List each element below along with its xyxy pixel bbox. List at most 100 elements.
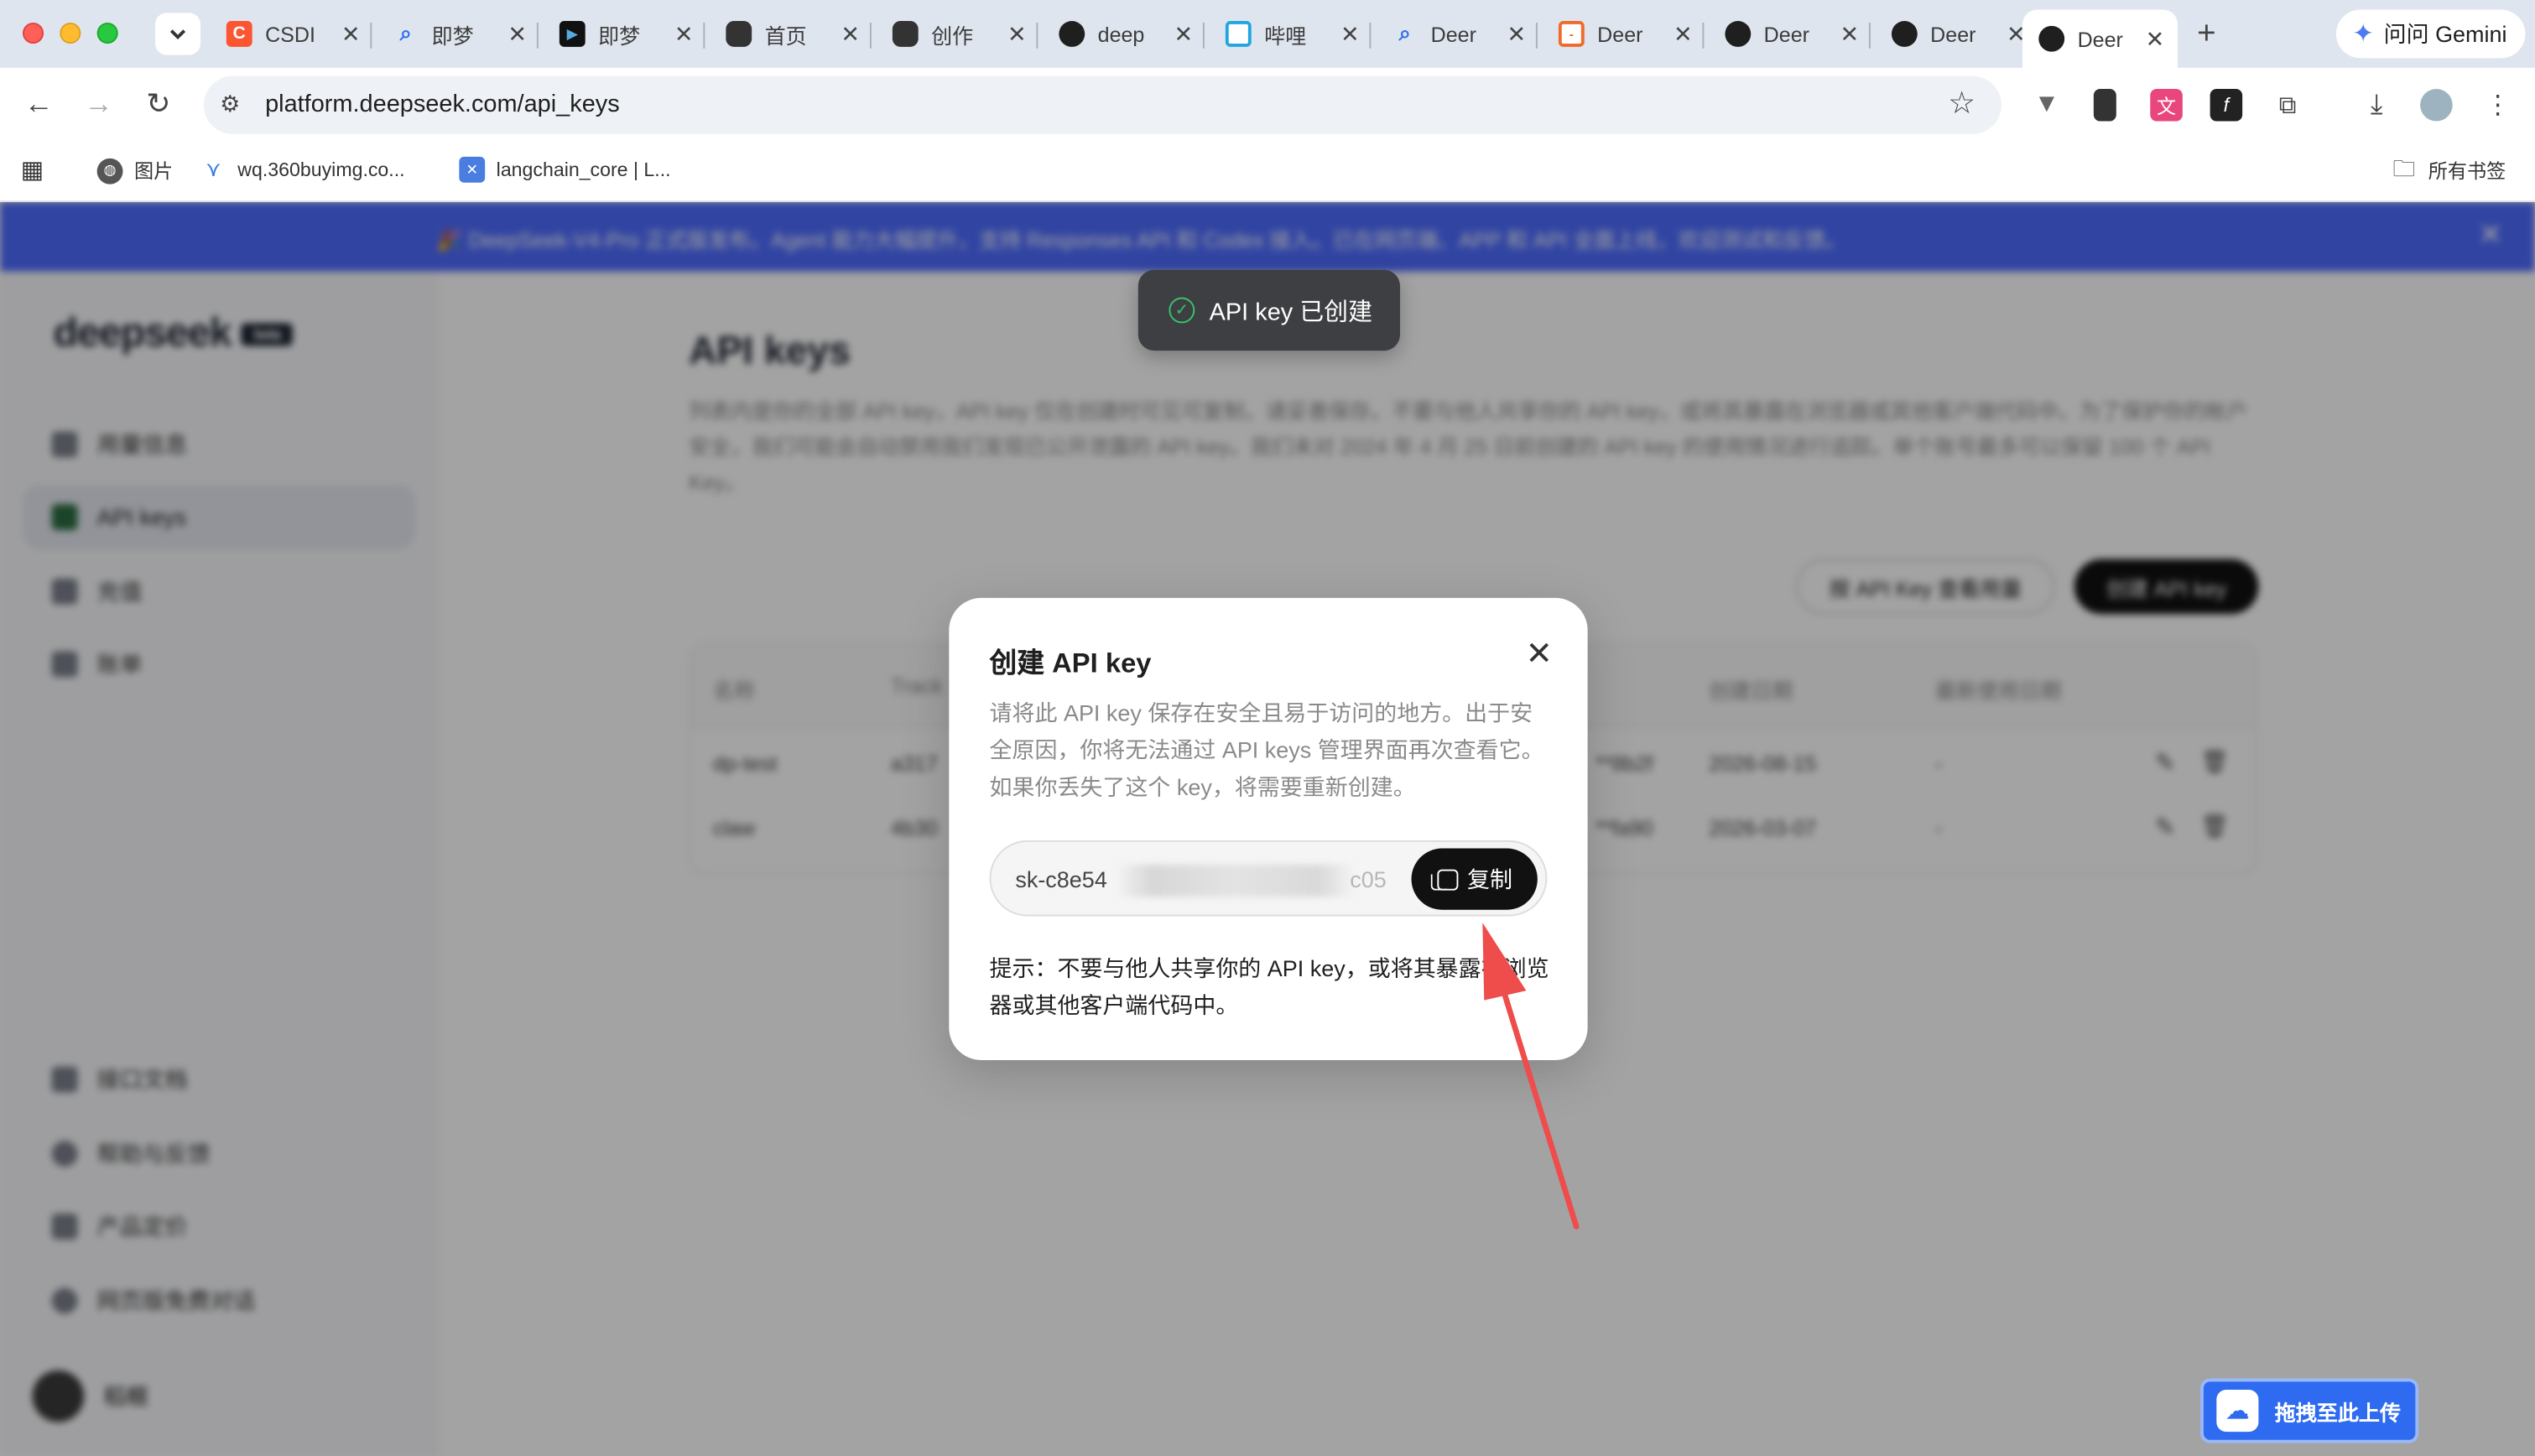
bookmarks-bar: ▦ ◍ 图片 ⋎ wq.360buyimg.co... ✕ langchain_…	[0, 142, 2535, 202]
tab-label: CSDI	[265, 22, 315, 46]
copy-button[interactable]: 复制	[1411, 848, 1538, 910]
bookmark-star-icon[interactable]: ☆	[1948, 86, 1975, 122]
langchain-icon: ✕	[459, 156, 486, 183]
tab-search-button[interactable]	[155, 13, 200, 55]
browser-tab[interactable]: Deer ✕	[1876, 10, 2041, 59]
browser-toolbar: ← → ↻ ⚙ platform.deepseek.com/api_keys ☆…	[0, 67, 2535, 143]
extension-v-icon[interactable]: ▼	[2031, 89, 2064, 122]
more-menu-icon[interactable]: ⋮	[2481, 89, 2514, 122]
bookmark-label: wq.360buyimg.co...	[237, 158, 405, 181]
close-tab-icon[interactable]: ✕	[2145, 25, 2165, 53]
extension-translate-icon[interactable]: 文	[2150, 88, 2183, 122]
copy-label: 复制	[1467, 866, 1512, 892]
close-icon[interactable]: ✕	[1523, 633, 1556, 673]
robot-icon	[892, 21, 919, 47]
gemini-button[interactable]: ✦ 问问 Gemini	[2335, 9, 2526, 59]
gemini-sparkle-icon: ✦	[2352, 21, 2375, 49]
back-button[interactable]: ←	[21, 87, 56, 121]
extension-phone-icon[interactable]	[2093, 88, 2116, 122]
api-key-suffix: c05	[1350, 866, 1387, 892]
whale-icon	[1725, 21, 1752, 47]
url-text[interactable]: platform.deepseek.com/api_keys	[265, 91, 620, 118]
browser-tab[interactable]: ▶ 即梦 ✕	[544, 10, 709, 59]
api-key-field[interactable]: sk-c8e54 c05 复制	[989, 840, 1548, 917]
tab-label: 哔哩	[1264, 23, 1307, 48]
page-viewport: 🎉 DeepSeek-V4-Pro 正式版发布。Agent 能力大幅提升，支持 …	[0, 201, 2535, 1456]
tab-label: 即梦	[431, 23, 474, 48]
tab-label: deep	[1097, 22, 1145, 46]
check-circle-icon: ✓	[1169, 297, 1195, 324]
browser-tab[interactable]: ⌕ Deer ✕	[1376, 10, 1541, 59]
jimeng-icon: ▶	[559, 21, 586, 47]
bookmark-item[interactable]: ✕ langchain_core | L...	[459, 156, 671, 183]
apps-grid-icon[interactable]: ▦	[19, 157, 56, 185]
tab-label: Deer	[1930, 22, 1976, 46]
globe-icon: ◍	[96, 157, 123, 184]
address-bar[interactable]: ⚙ platform.deepseek.com/api_keys ☆	[203, 75, 2001, 134]
close-tab-icon[interactable]: ✕	[1838, 20, 1861, 48]
extensions-puzzle-icon[interactable]: ⧉	[2272, 89, 2304, 122]
dialog-description: 请将此 API key 保存在安全且易于访问的地方。出于安全原因，你将无法通过 …	[989, 699, 1544, 800]
security-tip: 提示：不要与他人共享你的 API key，或将其暴露在浏览器或其他客户端代码中。	[989, 954, 1549, 1018]
tab-label: 即梦	[598, 23, 641, 48]
browser-tab-active[interactable]: Deer ✕	[2022, 9, 2178, 68]
browser-tab[interactable]: 创作 ✕	[877, 10, 1042, 59]
chevron-icon: ⋎	[206, 156, 221, 181]
browser-tab[interactable]: 首页 ✕	[710, 10, 875, 59]
close-tab-icon[interactable]: ✕	[1505, 20, 1528, 48]
browser-tab[interactable]: deep ✕	[1043, 10, 1208, 59]
window-zoom-button[interactable]	[96, 22, 118, 44]
api-key-prefix: sk-c8e54	[1015, 866, 1107, 892]
baidu-cloud-icon: ☁	[2216, 1390, 2259, 1433]
new-tab-button[interactable]: +	[2197, 16, 2216, 53]
extension-function-icon[interactable]: f	[2210, 88, 2243, 122]
forward-button[interactable]: →	[81, 87, 116, 121]
whale-icon	[1891, 21, 1918, 47]
browser-tab[interactable]: Deer ✕	[1709, 10, 1874, 59]
close-tab-icon[interactable]: ✕	[1339, 20, 1361, 48]
tab-label: Deer	[2077, 26, 2123, 51]
site-settings-icon[interactable]: ⚙	[220, 91, 240, 118]
success-toast: ✓ API key 已创建	[1137, 269, 1401, 351]
reload-button[interactable]: ↻	[141, 87, 176, 121]
close-tab-icon[interactable]: ✕	[340, 20, 362, 48]
tab-strip: C CSDI ✕ ⌕ 即梦 ✕ ▶ 即梦 ✕ 首页 ✕ 创作 ✕ deep ✕ …	[0, 0, 2535, 68]
close-tab-icon[interactable]: ✕	[1672, 20, 1694, 48]
search-icon: ⌕	[399, 21, 412, 45]
close-tab-icon[interactable]: ✕	[673, 20, 695, 48]
bilibili-icon	[1225, 21, 1252, 47]
bookmark-item[interactable]: ◍ 图片	[96, 157, 174, 185]
bookmark-item[interactable]: ⋎ wq.360buyimg.co...	[200, 156, 405, 183]
browser-tab[interactable]: ⌕ 即梦 ✕	[377, 10, 542, 59]
drag-upload-widget[interactable]: ☁ 拖拽至此上传	[2200, 1378, 2419, 1443]
gemini-label: 问问 Gemini	[2383, 21, 2507, 47]
folder-icon: 🗀	[2392, 154, 2416, 180]
bookmark-label: 图片	[133, 159, 174, 183]
tab-label: 创作	[931, 23, 974, 48]
csdn-icon: C	[226, 21, 252, 47]
browser-tab[interactable]: C CSDI ✕	[211, 10, 376, 59]
profile-avatar[interactable]	[2420, 88, 2453, 122]
api-key-redaction	[1115, 864, 1356, 897]
close-tab-icon[interactable]: ✕	[839, 20, 861, 48]
copy-icon	[1429, 868, 1458, 890]
search-icon: ⌕	[1398, 21, 1411, 45]
upload-label: 拖拽至此上传	[2274, 1400, 2402, 1425]
tab-label: 首页	[764, 23, 807, 48]
all-bookmarks-label: 所有书签	[2428, 159, 2506, 183]
close-tab-icon[interactable]: ✕	[506, 20, 528, 48]
chevron-down-icon	[169, 29, 186, 40]
all-bookmarks[interactable]: 🗀 所有书签	[2391, 154, 2506, 185]
bookmark-label: langchain_core | L...	[496, 158, 671, 181]
window-minimize-button[interactable]	[60, 22, 81, 44]
browser-tab[interactable]: 哔哩 ✕	[1210, 10, 1375, 59]
bracket-icon: -	[1558, 21, 1585, 47]
tab-label: Deer	[1763, 22, 1809, 46]
robot-icon	[726, 21, 752, 47]
close-tab-icon[interactable]: ✕	[1172, 20, 1195, 48]
download-icon[interactable]: ⤓	[2361, 89, 2393, 122]
github-icon	[1059, 21, 1085, 47]
close-tab-icon[interactable]: ✕	[1006, 20, 1028, 48]
window-close-button[interactable]	[22, 22, 44, 44]
browser-tab[interactable]: - Deer ✕	[1543, 10, 1708, 59]
